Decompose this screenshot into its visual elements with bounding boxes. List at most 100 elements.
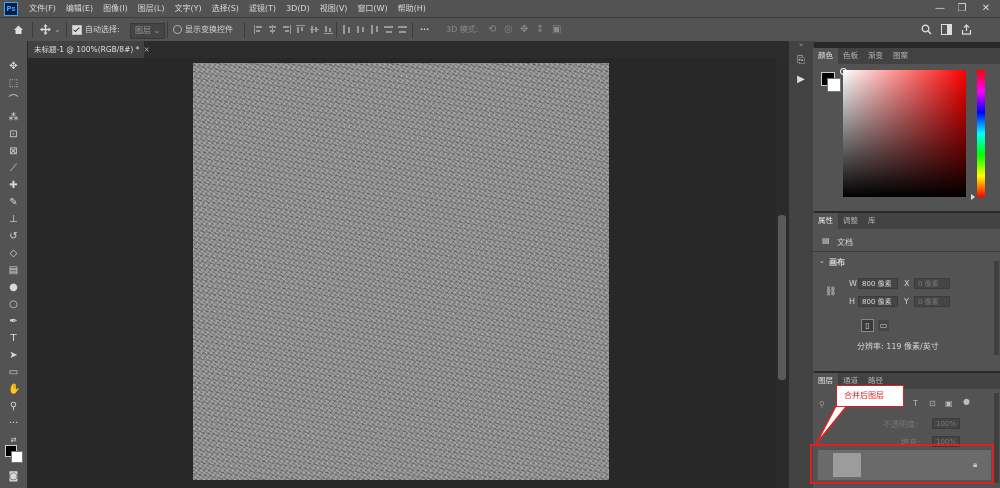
3d-roll-icon[interactable]: ◎: [504, 23, 513, 37]
show-transform-toggle[interactable]: 显示变换控件: [173, 23, 233, 37]
type-icon[interactable]: T: [8, 333, 19, 344]
color-field[interactable]: [843, 70, 966, 197]
minimize-button[interactable]: —: [930, 0, 950, 17]
tab-layers[interactable]: 图层: [813, 373, 838, 389]
quick-mask-icon[interactable]: ◙: [8, 471, 19, 482]
history-icon[interactable]: ⎘: [795, 55, 807, 67]
link-icon[interactable]: ⛓: [825, 287, 836, 297]
menu-3d[interactable]: 3D(D): [281, 4, 315, 13]
tab-properties[interactable]: 属性: [813, 213, 838, 229]
document-tab[interactable]: 未标题-1 @ 100%(RGB/8#) * ×: [28, 41, 150, 58]
3d-slide-icon[interactable]: ⇕: [536, 23, 544, 37]
distribute-vcenter-icon[interactable]: [356, 25, 365, 34]
menu-select[interactable]: 选择(S): [207, 3, 244, 14]
distribute-bottom-icon[interactable]: [370, 25, 379, 34]
tab-libraries[interactable]: 库: [863, 213, 881, 229]
more-options-button[interactable]: ···: [420, 23, 429, 37]
move-icon[interactable]: ✥: [8, 61, 19, 72]
document-canvas[interactable]: [193, 63, 609, 480]
align-left-icon[interactable]: [254, 25, 263, 34]
filter-toggle-icon[interactable]: ●: [963, 397, 970, 406]
edit-toolbar-icon[interactable]: ···: [8, 418, 19, 429]
filter-shape-icon[interactable]: ⊡: [929, 399, 936, 408]
workspace-icon[interactable]: [941, 24, 952, 35]
opacity-field[interactable]: 100%: [932, 418, 960, 429]
background-color-swatch[interactable]: [11, 451, 23, 463]
align-center-h-icon[interactable]: [268, 25, 277, 34]
align-middle-v-icon[interactable]: [310, 25, 319, 34]
blur-icon[interactable]: ●: [8, 282, 19, 293]
pen-icon[interactable]: ✒: [8, 316, 19, 327]
align-right-icon[interactable]: [282, 25, 291, 34]
align-bottom-icon[interactable]: [324, 25, 333, 34]
path-selection-icon[interactable]: ➤: [8, 350, 19, 361]
dodge-icon[interactable]: ○: [8, 299, 19, 310]
close-button[interactable]: ✕: [976, 0, 996, 17]
close-tab-icon[interactable]: ×: [143, 45, 149, 54]
crop-icon[interactable]: ⊡: [8, 129, 19, 140]
3d-pan-icon[interactable]: ✥: [520, 23, 528, 37]
tab-gradients[interactable]: 渐变: [863, 48, 888, 64]
gradient-icon[interactable]: ▤: [8, 265, 19, 276]
move-tool-icon[interactable]: [40, 24, 51, 35]
menu-layer[interactable]: 图层(L): [133, 3, 170, 14]
marquee-icon[interactable]: ⬚: [8, 78, 19, 89]
checkbox-checked-icon[interactable]: [72, 24, 82, 35]
width-field[interactable]: 800 像素: [858, 278, 898, 289]
search-icon[interactable]: [921, 24, 932, 35]
chevron-down-icon[interactable]: ⌄: [54, 23, 61, 37]
distribute-top-icon[interactable]: [342, 25, 351, 34]
height-field[interactable]: 800 像素: [858, 296, 898, 307]
auto-select-target-dropdown[interactable]: 图层 ⌄: [130, 23, 166, 39]
menu-file[interactable]: 文件(F): [24, 3, 61, 14]
y-field[interactable]: 0 像素: [914, 296, 950, 307]
lasso-icon[interactable]: ⌒: [8, 95, 19, 106]
menu-image[interactable]: 图像(I): [98, 3, 133, 14]
align-top-icon[interactable]: [296, 25, 305, 34]
3d-scale-icon[interactable]: ▣: [552, 23, 561, 37]
tab-color[interactable]: 颜色: [813, 48, 838, 64]
restore-button[interactable]: ❐: [952, 0, 972, 17]
3d-orbit-icon[interactable]: ⟲: [488, 23, 496, 37]
healing-brush-icon[interactable]: ✚: [8, 180, 19, 191]
layers-scrollbar[interactable]: [994, 393, 999, 483]
tab-swatches[interactable]: 色板: [838, 48, 863, 64]
auto-select-checkbox[interactable]: 自动选择:: [72, 23, 120, 37]
home-icon[interactable]: [13, 24, 24, 35]
history-brush-icon[interactable]: ↺: [8, 231, 19, 242]
zoom-icon[interactable]: ⚲: [8, 401, 19, 412]
distribute-hcenter-icon[interactable]: [398, 25, 407, 34]
tab-adjustments[interactable]: 调整: [838, 213, 863, 229]
menu-view[interactable]: 视图(V): [315, 3, 353, 14]
rectangle-icon[interactable]: ▭: [8, 367, 19, 378]
eraser-icon[interactable]: ◇: [8, 248, 19, 259]
scrollbar-thumb[interactable]: [778, 215, 786, 380]
filter-type-icon[interactable]: T: [913, 399, 918, 408]
menu-help[interactable]: 帮助(H): [393, 3, 431, 14]
menu-type[interactable]: 文字(Y): [169, 3, 206, 14]
hue-slider[interactable]: [977, 70, 985, 197]
panel-background-swatch[interactable]: [827, 78, 841, 92]
section-collapse-icon[interactable]: ⌄: [819, 257, 825, 265]
radio-icon[interactable]: [173, 25, 182, 34]
tab-patterns[interactable]: 图案: [888, 48, 913, 64]
menu-edit[interactable]: 编辑(E): [61, 3, 98, 14]
x-field[interactable]: 0 像素: [914, 278, 950, 289]
properties-scrollbar[interactable]: [994, 261, 999, 355]
distribute-left-icon[interactable]: [384, 25, 393, 34]
frame-icon[interactable]: ⊠: [8, 146, 19, 157]
hand-icon[interactable]: ✋: [8, 384, 20, 395]
magic-wand-icon[interactable]: ⁂: [8, 112, 19, 123]
menu-window[interactable]: 窗口(W): [352, 3, 392, 14]
eyedropper-icon[interactable]: ⟋: [8, 163, 19, 174]
collapse-panels-icon[interactable]: »: [794, 42, 808, 49]
share-icon[interactable]: [961, 24, 972, 35]
filter-smart-object-icon[interactable]: ▣: [945, 399, 953, 408]
menu-filter[interactable]: 滤镜(T): [244, 3, 281, 14]
clone-stamp-icon[interactable]: ⊥: [8, 214, 19, 225]
color-picker-cursor[interactable]: [840, 68, 847, 75]
actions-play-icon[interactable]: ▶: [795, 74, 807, 86]
brush-icon[interactable]: ✎: [8, 197, 19, 208]
portrait-orientation-icon[interactable]: ▯: [861, 319, 874, 332]
hue-slider-handle[interactable]: [971, 194, 975, 200]
